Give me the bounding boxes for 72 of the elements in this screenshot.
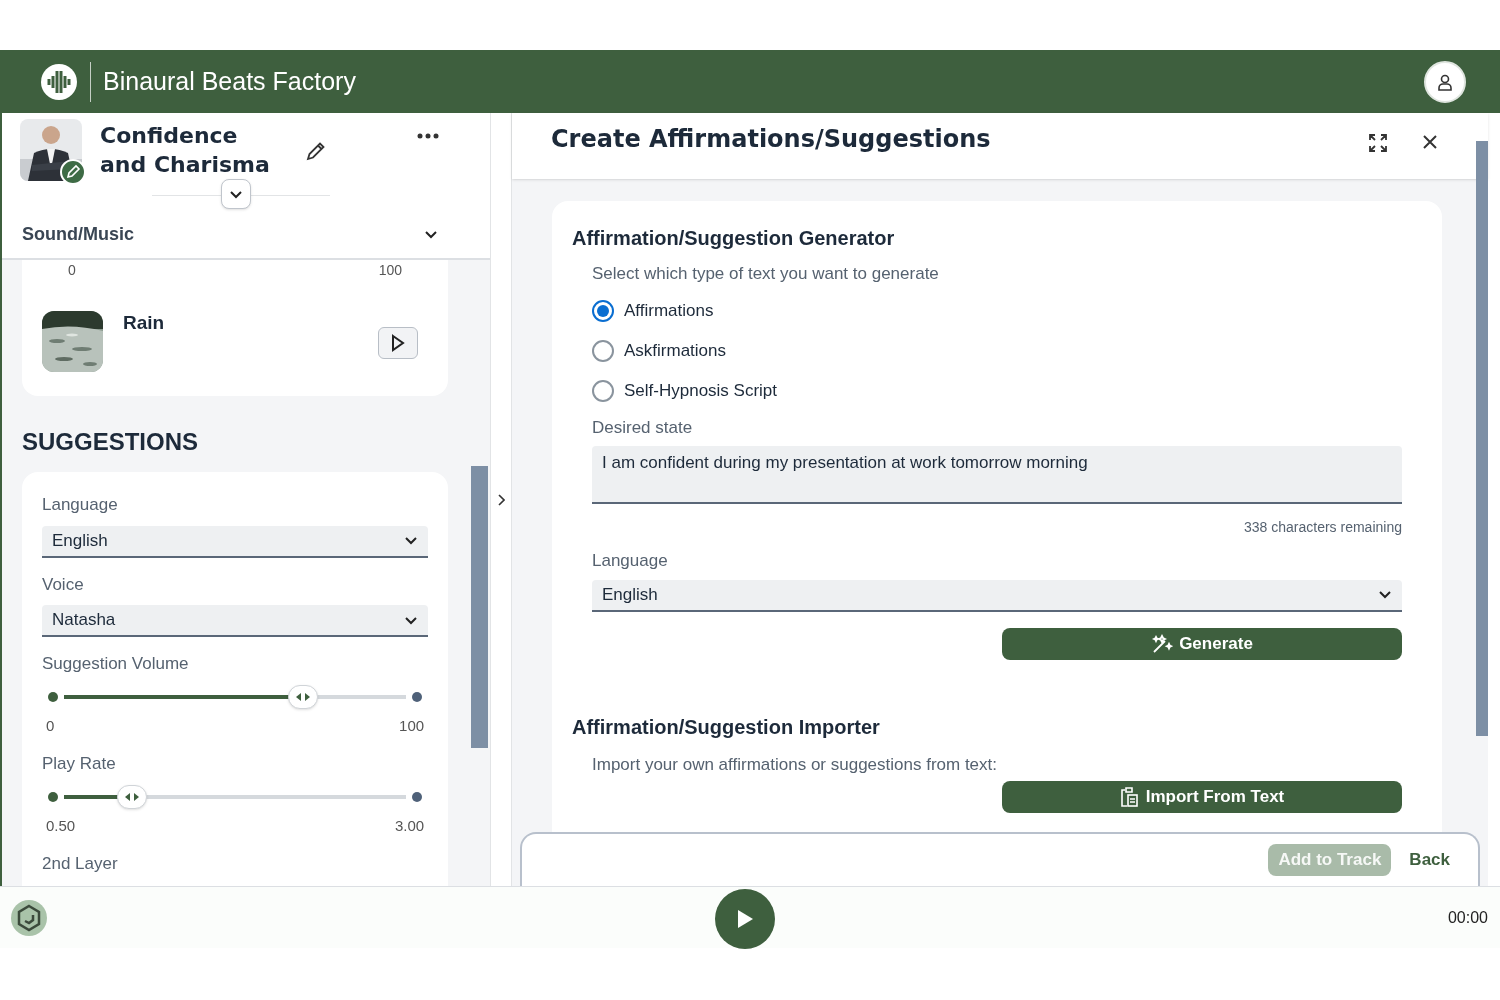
- chevron-down-icon: [1378, 590, 1392, 599]
- text-area[interactable]: I am confident during my presentation at work tomorrow morning: [592, 446, 1402, 504]
- character-count: 338 characters remaining: [1243, 518, 1402, 537]
- sparkle-wand-icon: [1151, 633, 1174, 654]
- slider-end-icon: [412, 791, 423, 802]
- range-max-label: 100: [399, 715, 425, 736]
- radio-button[interactable]: [592, 299, 614, 322]
- dropdown[interactable]: English: [592, 579, 1402, 612]
- field-label: Voice: [42, 573, 85, 596]
- edit-badge-icon: [60, 159, 86, 185]
- play-icon: [736, 909, 754, 929]
- field-label: Desired state: [592, 416, 694, 439]
- chevron-down-icon: [404, 536, 419, 545]
- scrollbar-thumb[interactable]: [470, 466, 488, 748]
- field-label: Suggestion Volume: [42, 653, 190, 675]
- clipboard-icon: [1119, 787, 1138, 807]
- radio-button[interactable]: [592, 339, 614, 362]
- prompt-text: Select which type of text you want to generate: [592, 263, 940, 285]
- chevron-right-icon: [497, 492, 505, 507]
- profile-button[interactable]: [1424, 60, 1466, 103]
- chevron-down-icon: [424, 229, 438, 239]
- track-title: Confidence and Charisma: [100, 122, 271, 179]
- dropdown[interactable]: Natasha: [42, 605, 429, 637]
- collapse-button[interactable]: [221, 179, 251, 209]
- generate-button[interactable]: Generate: [1002, 627, 1402, 660]
- slider-start-icon: [48, 691, 58, 702]
- play-icon: [391, 334, 406, 352]
- more-button[interactable]: [416, 131, 440, 141]
- expand-icon: [1368, 133, 1388, 153]
- prompt-text: Import your own affirmations or suggestions from text:: [592, 753, 999, 776]
- dialog-title: Create Affirmations/Suggestions: [551, 124, 992, 155]
- section-heading: Affirmation/Suggestion Importer: [572, 714, 881, 740]
- radio-button[interactable]: [592, 379, 614, 402]
- range-min-label: 0: [46, 715, 55, 736]
- footer-button[interactable]: Back: [1399, 844, 1460, 876]
- radio-option[interactable]: Askfirmations: [592, 330, 727, 371]
- slider-thumb[interactable]: [288, 684, 319, 709]
- slider-thumb[interactable]: [117, 784, 148, 809]
- section-heading: SUGGESTIONS: [22, 427, 200, 457]
- range-min-label: 0: [68, 261, 76, 280]
- field-label: Language: [592, 550, 669, 572]
- fullscreen-button[interactable]: [1368, 133, 1388, 153]
- expand-panel-button[interactable]: [497, 492, 505, 507]
- close-icon: [1422, 134, 1438, 150]
- chevron-down-icon: [404, 615, 419, 625]
- range-max-label: 100: [378, 261, 403, 280]
- logo-icon: [40, 62, 78, 101]
- range-max-label: 3.00: [394, 815, 425, 836]
- play-button[interactable]: [715, 889, 775, 949]
- scrollbar-thumb[interactable]: [1476, 141, 1488, 736]
- user-icon: [1436, 72, 1454, 91]
- range-min-label: 0.50: [46, 815, 76, 836]
- field-label: Play Rate: [42, 753, 117, 775]
- play-sound-button[interactable]: [378, 327, 419, 359]
- import-button[interactable]: Import From Text: [1002, 781, 1402, 813]
- app-icon[interactable]: [10, 898, 48, 937]
- close-button[interactable]: [1422, 134, 1438, 150]
- section-header[interactable]: Sound/Music: [2, 210, 490, 260]
- field-label: 2nd Layer: [42, 853, 119, 875]
- slider-start-icon: [48, 791, 58, 802]
- radio-option[interactable]: Affirmations: [592, 290, 714, 331]
- chevron-down-icon: [229, 189, 243, 199]
- radio-option[interactable]: Self-Hypnosis Script: [592, 370, 778, 411]
- app-title: Binaural Beats Factory: [103, 65, 356, 97]
- section-heading: Affirmation/Suggestion Generator: [572, 226, 896, 251]
- slider-end-icon: [412, 691, 423, 702]
- elapsed-time: 00:00: [1447, 907, 1488, 928]
- dropdown[interactable]: English: [42, 525, 429, 558]
- more-icon: [416, 131, 440, 141]
- sound-name: Rain: [123, 311, 166, 335]
- field-label: Language: [42, 494, 119, 516]
- section-label: Sound/Music: [22, 222, 135, 246]
